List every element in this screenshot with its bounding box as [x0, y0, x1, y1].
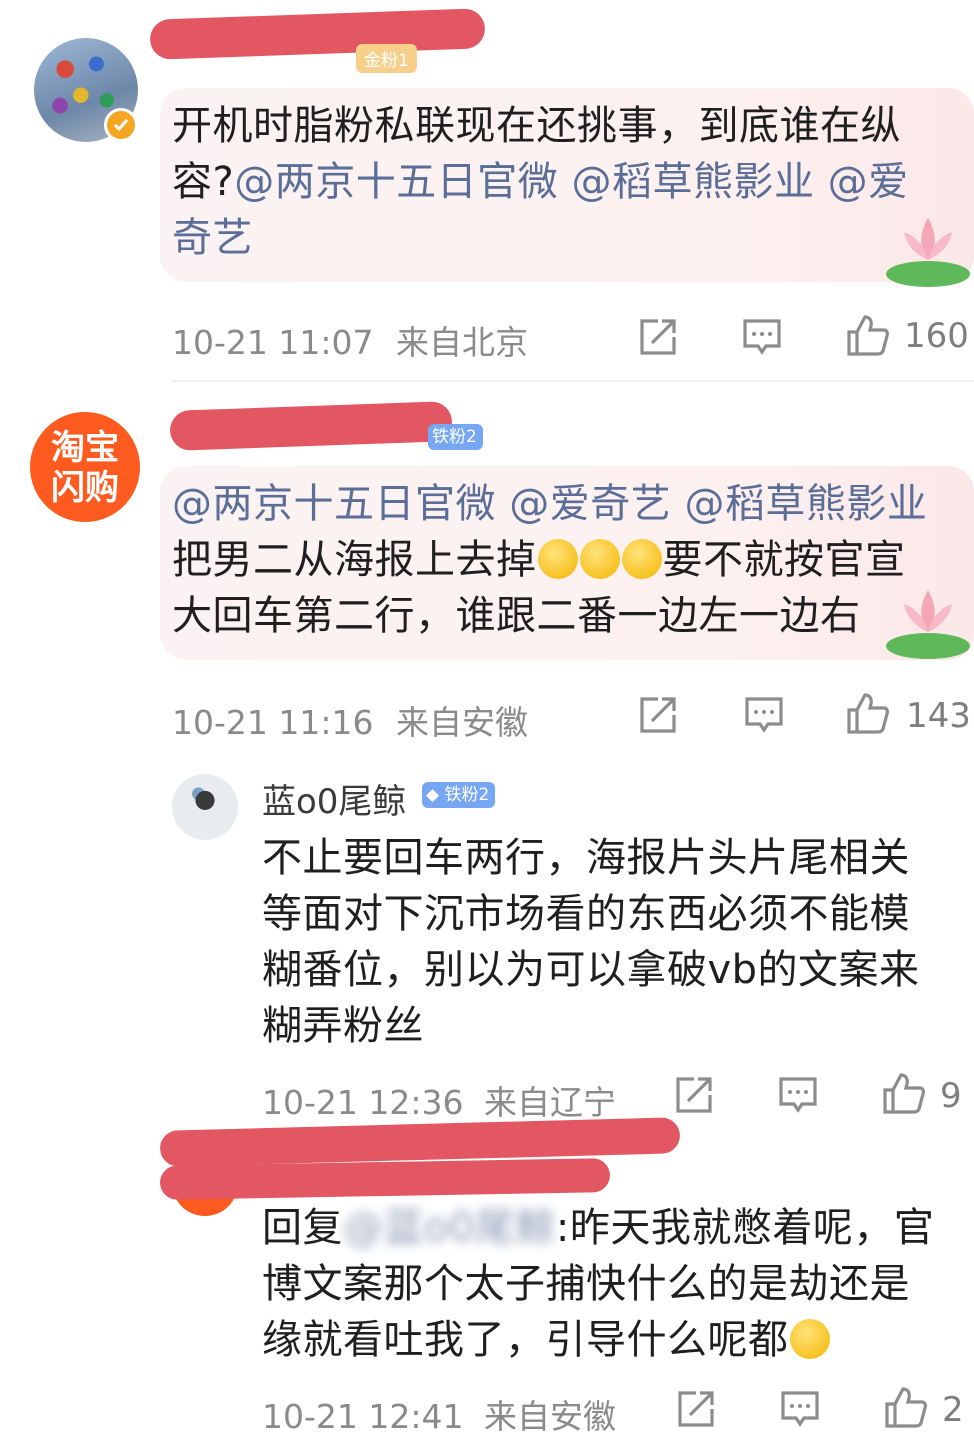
- facepalm-emoji-icon: [621, 539, 662, 579]
- avatar-line-2: 闪购: [51, 468, 119, 508]
- like-count: 160: [904, 316, 969, 356]
- comment-meta: 10-21 11:07 来自北京: [172, 316, 528, 364]
- user-badge: 铁粉2: [428, 424, 483, 450]
- reply-1: 蓝o0尾鲸 ◆ 铁粉2 不止要回车两行，海报片头片尾相关等面对下沉市场看的东西必…: [0, 744, 974, 1124]
- reply-prefix: 回复: [262, 1205, 343, 1251]
- reply-meta: 10-21 12:36 来自辽宁: [262, 1076, 616, 1124]
- reply-text: 回复@蓝o0尾鲸:昨天我就憋着呢，官博文案那个太子捕快什么的是劫还是缘就看吐我了…: [262, 1200, 950, 1368]
- redacted-username: [159, 1117, 681, 1167]
- share-icon[interactable]: [638, 318, 678, 356]
- comment-location: 来自北京: [395, 323, 528, 362]
- reply-location: 来自安徽: [483, 1397, 616, 1436]
- reply-time: 10-21 12:41: [262, 1397, 464, 1436]
- comment-time: 10-21 11:16: [172, 703, 374, 742]
- user-badge: ◆ 铁粉2: [422, 782, 496, 808]
- reply-time: 10-21 12:36: [262, 1083, 464, 1122]
- share-icon[interactable]: [638, 696, 678, 734]
- like-icon[interactable]: [846, 692, 890, 736]
- thinking-emoji-icon: [789, 1319, 830, 1359]
- like-count: 143: [906, 696, 971, 736]
- user-badge: 金粉1: [356, 44, 417, 73]
- redacted-username: [149, 8, 486, 60]
- blurred-mention[interactable]: @蓝o0尾鲸: [343, 1205, 556, 1251]
- badge-label: 铁粉2: [444, 785, 490, 805]
- verified-icon: [104, 108, 138, 142]
- comment-meta: 10-21 11:16 来自安徽: [172, 696, 528, 744]
- mention-link[interactable]: @稻草熊影业: [571, 159, 814, 205]
- facepalm-emoji-icon: [537, 539, 578, 579]
- reply-2: 回复@蓝o0尾鲸:昨天我就憋着呢，官博文案那个太子捕快什么的是劫还是缘就看吐我了…: [0, 1117, 974, 1454]
- comment-time: 10-21 11:07: [172, 323, 374, 362]
- like-count: 2: [942, 1390, 964, 1430]
- avatar[interactable]: 淘宝 闪购: [30, 412, 140, 522]
- avatar[interactable]: [172, 774, 238, 840]
- comment-location: 来自安徽: [395, 703, 528, 742]
- comment-icon[interactable]: [780, 1390, 820, 1430]
- comment-1: 金粉1 开机时脂粉私联现在还挑事，到底谁在纵容?@两京十五日官微 @稻草熊影业 …: [0, 0, 974, 380]
- lotus-decoration-icon: [884, 582, 972, 662]
- mention-link[interactable]: @两京十五日官微: [172, 481, 496, 527]
- like-icon[interactable]: [884, 1386, 928, 1430]
- reply-meta: 10-21 12:41 来自安徽: [262, 1390, 616, 1438]
- avatar-line-1: 淘宝: [51, 428, 119, 468]
- like-count: 9: [940, 1076, 962, 1116]
- mention-link[interactable]: @稻草熊影业: [684, 481, 927, 527]
- comment-body-1: 把男二从海报上去掉: [172, 537, 537, 583]
- share-icon[interactable]: [676, 1390, 716, 1428]
- redacted-username: [159, 1158, 611, 1200]
- like-icon[interactable]: [846, 314, 890, 358]
- redacted-username: [169, 401, 453, 451]
- comment-2: 淘宝 闪购 铁粉2 @两京十五日官微 @爱奇艺 @稻草熊影业 把男二从海报上去掉…: [0, 382, 974, 742]
- comment-icon[interactable]: [778, 1076, 818, 1116]
- like-icon[interactable]: [882, 1072, 926, 1116]
- comment-text: 开机时脂粉私联现在还挑事，到底谁在纵容?@两京十五日官微 @稻草熊影业 @爱奇艺: [172, 98, 942, 266]
- lotus-decoration-icon: [884, 210, 972, 290]
- comment-icon[interactable]: [744, 696, 784, 736]
- comment-icon[interactable]: [742, 318, 782, 358]
- mention-link[interactable]: @爱奇艺: [509, 481, 671, 527]
- reply-location: 来自辽宁: [483, 1083, 616, 1122]
- share-icon[interactable]: [674, 1076, 714, 1114]
- reply-text: 不止要回车两行，海报片头片尾相关等面对下沉市场看的东西必须不能模糊番位，别以为可…: [262, 835, 920, 1049]
- mention-link[interactable]: @两京十五日官微: [234, 159, 558, 205]
- comment-text: @两京十五日官微 @爱奇艺 @稻草熊影业 把男二从海报上去掉 要不就按官宣大回车第…: [172, 476, 942, 644]
- reply-username[interactable]: 蓝o0尾鲸: [262, 774, 406, 823]
- facepalm-emoji-icon: [579, 539, 620, 579]
